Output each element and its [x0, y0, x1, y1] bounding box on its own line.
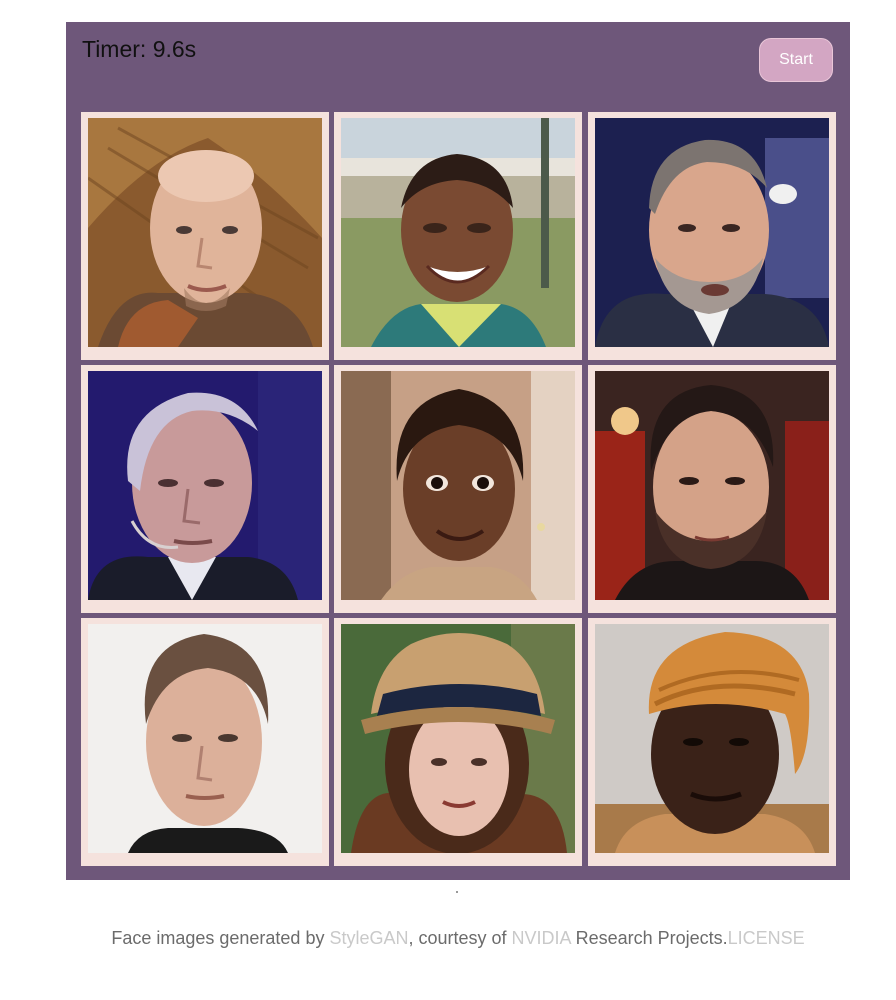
footer-middle: , courtesy of — [408, 928, 512, 948]
face-tile-8[interactable] — [334, 618, 582, 866]
face-tile-2[interactable] — [334, 112, 582, 360]
face-photo-icon — [88, 371, 322, 600]
footer-prefix: Face images generated by — [111, 928, 330, 948]
stylegan-link[interactable]: StyleGAN — [329, 928, 408, 948]
face-tile-6[interactable] — [588, 365, 836, 613]
face-photo-icon — [341, 118, 575, 347]
face-photo-icon — [341, 624, 575, 853]
face-photo-icon — [595, 624, 829, 853]
face-photo-icon — [88, 624, 322, 853]
divider-speck — [456, 891, 458, 893]
footer-suffix: Research Projects. — [570, 928, 728, 948]
face-photo-icon — [88, 118, 322, 347]
face-photo-icon — [341, 371, 575, 600]
game-board: Timer: 9.6s Start — [66, 22, 850, 880]
face-tile-3[interactable] — [588, 112, 836, 360]
face-tile-4[interactable] — [81, 365, 329, 613]
face-tile-1[interactable] — [81, 112, 329, 360]
face-grid — [81, 112, 837, 868]
attribution-footer: Face images generated by StyleGAN, court… — [0, 928, 896, 949]
start-button[interactable]: Start — [759, 38, 833, 82]
timer-display: Timer: 9.6s — [82, 36, 197, 62]
license-link[interactable]: LICENSE — [728, 928, 805, 948]
face-tile-9[interactable] — [588, 618, 836, 866]
face-photo-icon — [595, 118, 829, 347]
face-photo-icon — [595, 371, 829, 600]
face-tile-7[interactable] — [81, 618, 329, 866]
face-tile-5[interactable] — [334, 365, 582, 613]
nvidia-link[interactable]: NVIDIA — [512, 928, 571, 948]
